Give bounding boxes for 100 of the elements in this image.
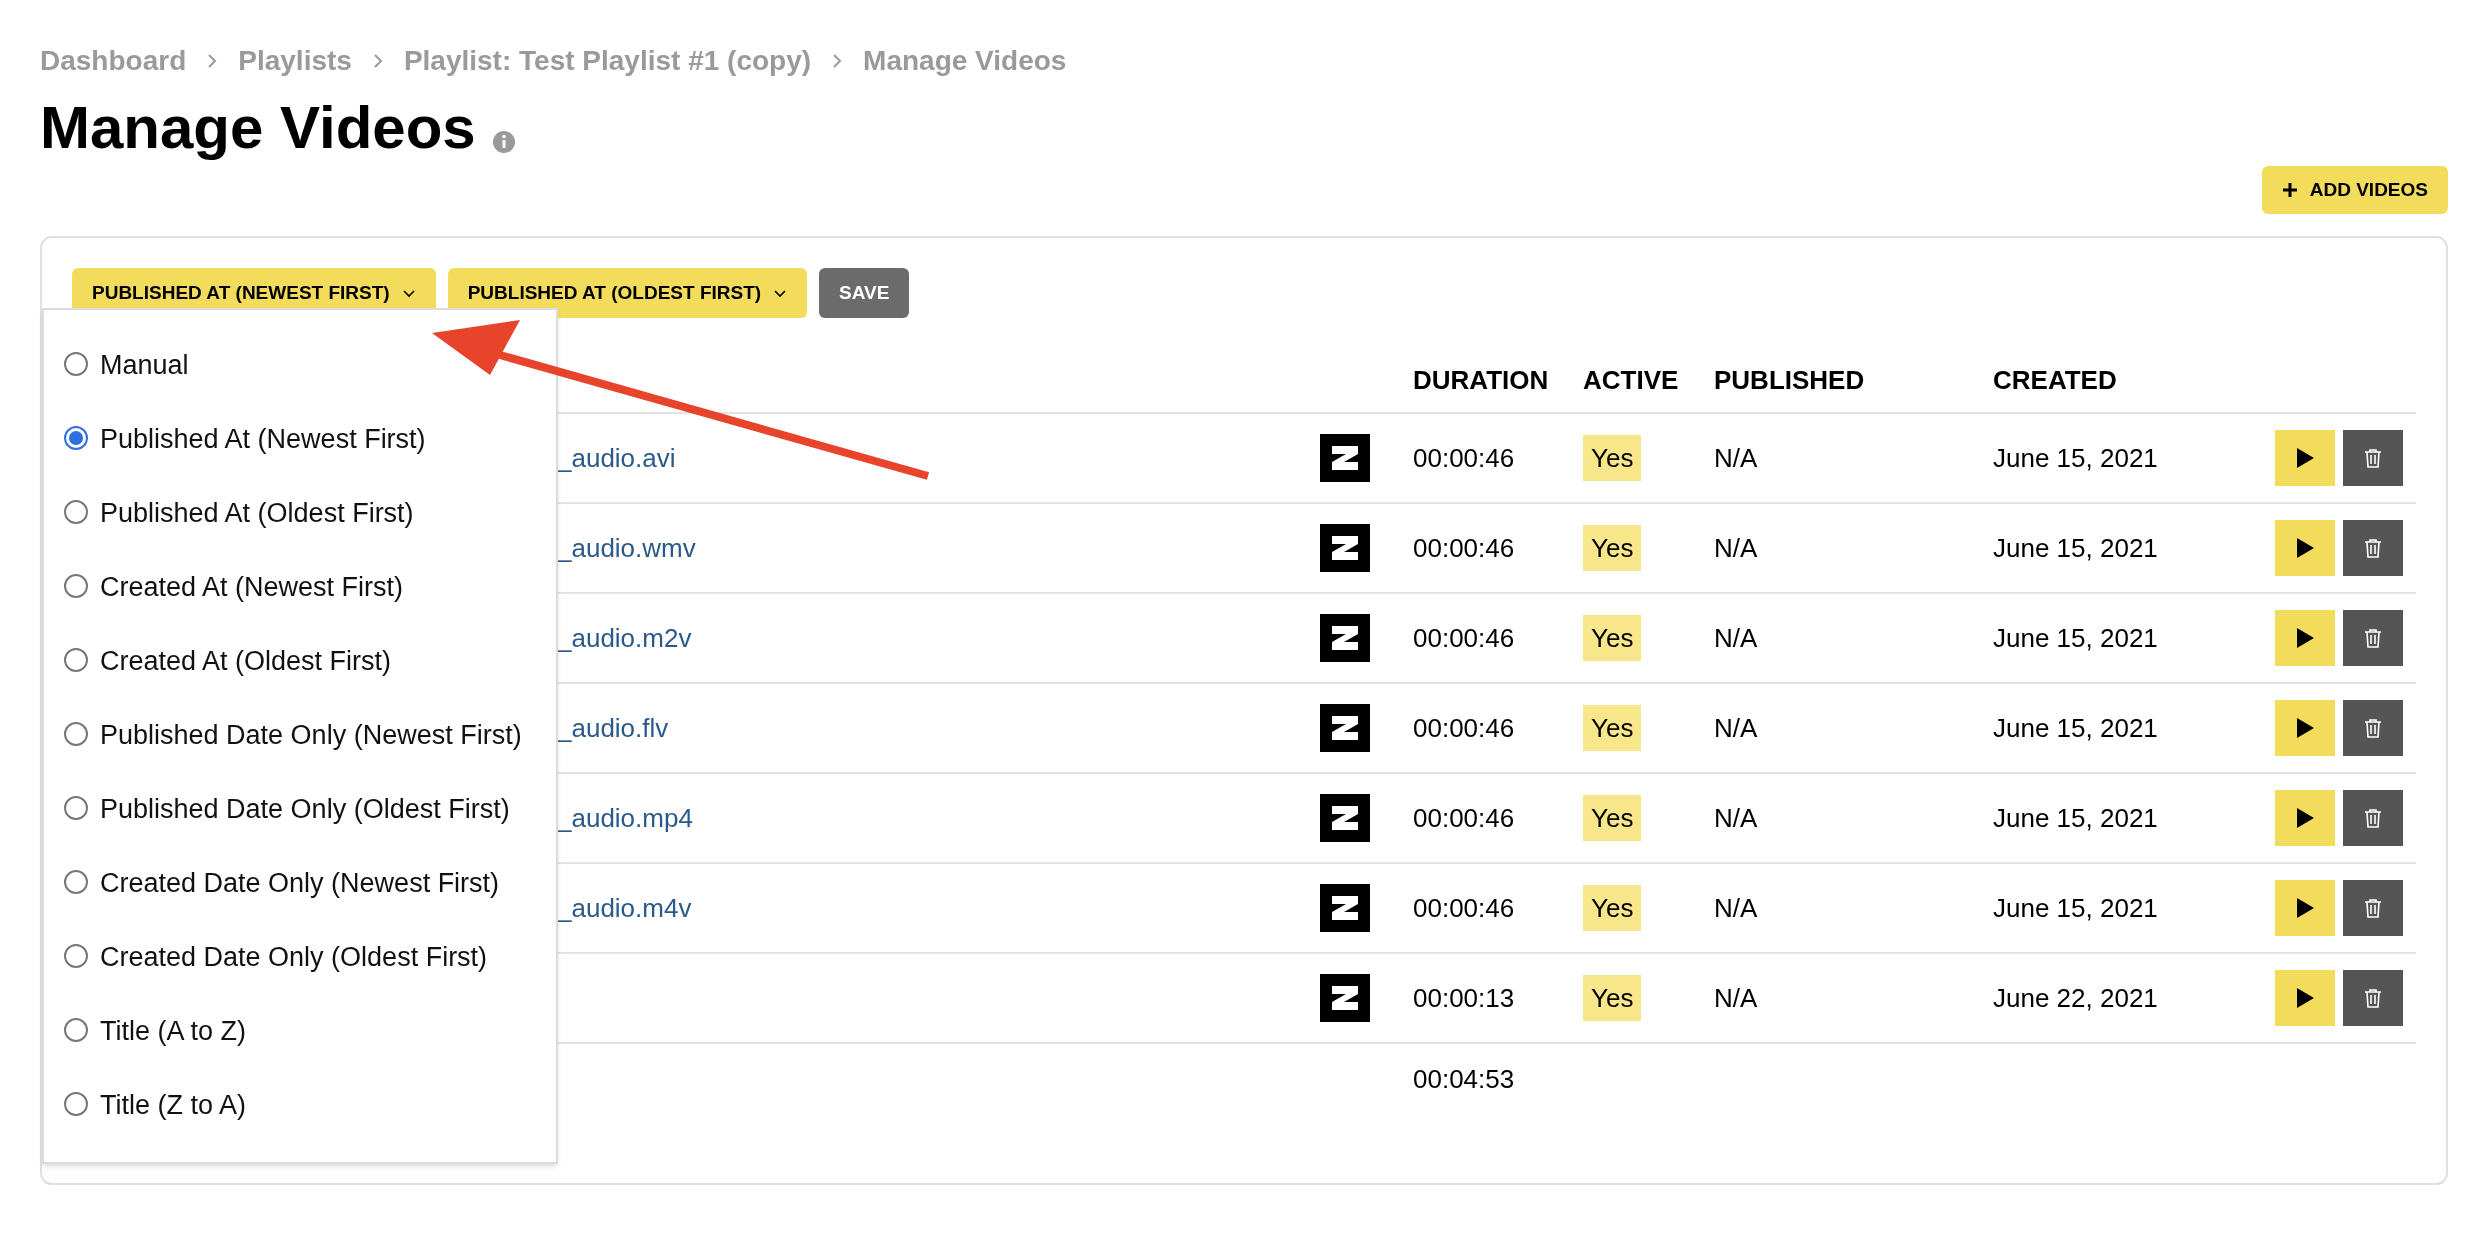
created-cell-text: June 15, 2021 (1993, 711, 2159, 745)
sort-option[interactable]: Published Date Only (Oldest First) (64, 772, 536, 846)
video-title-link[interactable]: _audio.avi (557, 442, 676, 473)
z-logo-icon (1320, 524, 1370, 572)
created-cell-text: June 15, 2021 (1993, 891, 2159, 925)
sort-option[interactable]: Title (Z to A) (64, 1068, 536, 1142)
play-icon (2295, 717, 2315, 739)
active-badge: Yes (1583, 524, 1642, 571)
delete-button[interactable] (2343, 880, 2403, 936)
delete-button[interactable] (2343, 430, 2403, 486)
radio-button[interactable] (64, 870, 88, 894)
play-button[interactable] (2275, 880, 2335, 936)
created-cell-text: June 15, 2021 (1993, 441, 2159, 475)
plus-icon (2281, 182, 2298, 198)
add-videos-button[interactable]: ADD VIDEOS (2261, 166, 2448, 214)
published-cell-text: N/A (1714, 711, 1759, 745)
sort-option[interactable]: Created Date Only (Newest First) (64, 846, 536, 920)
delete-button[interactable] (2343, 970, 2403, 1026)
sort-option[interactable]: Created Date Only (Oldest First) (64, 920, 536, 994)
trash-icon (2364, 898, 2382, 918)
column-header: PUBLISHED (1714, 363, 1866, 397)
active-badge: Yes (1583, 884, 1642, 931)
trash-icon (2364, 628, 2382, 648)
play-button[interactable] (2275, 700, 2335, 756)
trash-icon (2364, 448, 2382, 468)
page-title: Manage Videos (40, 98, 476, 158)
published-cell-text: N/A (1714, 621, 1759, 655)
radio-button[interactable] (64, 944, 88, 968)
duration-cell-text: 00:00:46 (1413, 531, 1516, 565)
z-logo-icon (1320, 794, 1370, 842)
created-cell-text: June 22, 2021 (1993, 981, 2159, 1015)
published-cell-text: N/A (1714, 801, 1759, 835)
z-logo-icon (1320, 884, 1370, 932)
play-icon (2295, 447, 2315, 469)
duration-cell-text: 00:00:13 (1413, 981, 1516, 1015)
published-cell-text: N/A (1714, 891, 1759, 925)
published-cell-text: N/A (1714, 981, 1759, 1015)
column-header: DURATION (1413, 363, 1550, 397)
duration-cell-text: 00:00:46 (1413, 711, 1516, 745)
radio-button[interactable] (64, 426, 88, 450)
duration-cell-text: 00:00:46 (1413, 441, 1516, 475)
published-cell-text: N/A (1714, 531, 1759, 565)
active-badge: Yes (1583, 704, 1642, 751)
created-cell-text: June 15, 2021 (1993, 801, 2159, 835)
column-header: ACTIVE (1583, 363, 1680, 397)
radio-button[interactable] (64, 352, 88, 376)
sort-option[interactable]: Manual (64, 328, 536, 402)
sort-option[interactable]: Created At (Newest First) (64, 550, 536, 624)
trash-icon (2364, 718, 2382, 738)
radio-button[interactable] (64, 500, 88, 524)
sort-option[interactable]: Title (A to Z) (64, 994, 536, 1068)
sort-dropdown-button[interactable]: PUBLISHED AT (OLDEST FIRST) (447, 268, 808, 318)
play-button[interactable] (2275, 520, 2335, 576)
total-duration: 00:04:53 (1413, 1062, 1516, 1096)
delete-button[interactable] (2343, 790, 2403, 846)
play-icon (2295, 897, 2315, 919)
duration-cell-text: 00:00:46 (1413, 801, 1516, 835)
play-button[interactable] (2275, 610, 2335, 666)
duration-cell-text: 00:00:46 (1413, 621, 1516, 655)
chevron-right-icon (371, 52, 384, 70)
z-logo-icon (1320, 614, 1370, 662)
play-icon (2295, 987, 2315, 1009)
video-title-link[interactable]: _audio.m2v (557, 622, 692, 653)
published-cell-text: N/A (1714, 441, 1759, 475)
radio-button[interactable] (64, 722, 88, 746)
video-title-link[interactable]: _audio.flv (557, 712, 669, 743)
active-badge: Yes (1583, 794, 1642, 841)
column-header: CREATED (1993, 363, 2118, 397)
z-logo-icon (1320, 434, 1370, 482)
chevron-down-icon (773, 288, 788, 298)
chevron-right-icon (831, 52, 844, 70)
video-title-link[interactable]: _audio.mp4 (557, 802, 693, 833)
play-button[interactable] (2275, 790, 2335, 846)
radio-button[interactable] (64, 574, 88, 598)
created-cell-text: June 15, 2021 (1993, 531, 2159, 565)
chevron-down-icon (401, 288, 416, 298)
video-title-link[interactable]: _audio.m4v (557, 892, 692, 923)
active-badge: Yes (1583, 614, 1642, 661)
delete-button[interactable] (2343, 610, 2403, 666)
active-badge: Yes (1583, 974, 1642, 1021)
sort-option[interactable]: Published Date Only (Newest First) (64, 698, 536, 772)
created-cell-text: June 15, 2021 (1993, 621, 2159, 655)
play-icon (2295, 627, 2315, 649)
radio-button[interactable] (64, 796, 88, 820)
radio-button[interactable] (64, 1018, 88, 1042)
radio-button[interactable] (64, 1092, 88, 1116)
sort-option[interactable]: Published At (Newest First) (64, 402, 536, 476)
sort-option[interactable]: Created At (Oldest First) (64, 624, 536, 698)
sort-option[interactable]: Published At (Oldest First) (64, 476, 536, 550)
delete-button[interactable] (2343, 520, 2403, 576)
play-button[interactable] (2275, 430, 2335, 486)
video-title-link[interactable]: _audio.wmv (557, 532, 696, 563)
save-button[interactable]: SAVE (819, 268, 910, 318)
info-icon (491, 130, 516, 154)
play-button[interactable] (2275, 970, 2335, 1026)
radio-button[interactable] (64, 648, 88, 672)
active-badge: Yes (1583, 434, 1642, 481)
delete-button[interactable] (2343, 700, 2403, 756)
trash-icon (2364, 808, 2382, 828)
z-logo-icon (1320, 704, 1370, 752)
